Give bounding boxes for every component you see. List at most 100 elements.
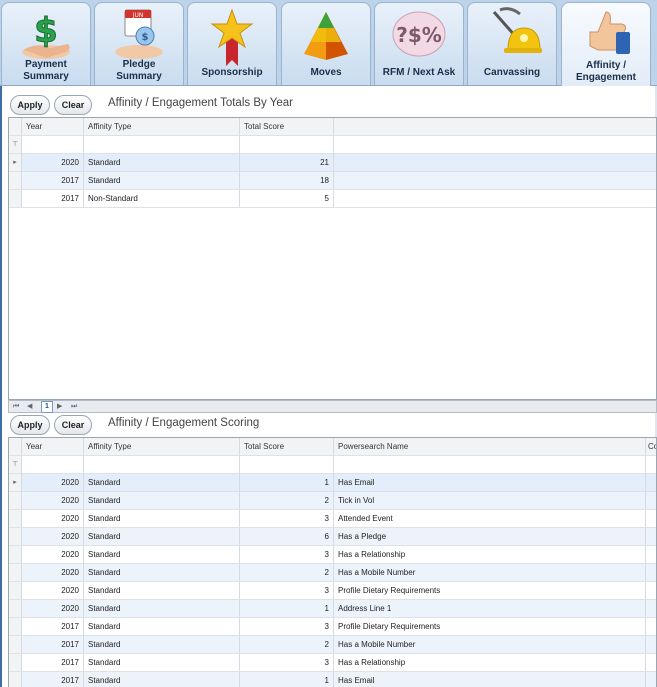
table-row[interactable]: 2017 Standard 3 Has a Relationship bbox=[9, 654, 656, 672]
table-row[interactable]: 2017 Standard 1 Has Email bbox=[9, 672, 656, 687]
cell-truncated bbox=[646, 636, 656, 654]
filter-truncated-input[interactable] bbox=[646, 456, 656, 474]
filter-year-input[interactable] bbox=[22, 456, 84, 474]
tab-label: Moves bbox=[310, 67, 342, 78]
tab-pledge-summary[interactable]: JUN $ Pledge Summary bbox=[94, 2, 184, 85]
pickaxe-helmet-icon bbox=[468, 6, 556, 62]
filter-icon[interactable]: ⊤ bbox=[9, 136, 22, 154]
scoring-apply-button[interactable]: Apply bbox=[10, 415, 50, 435]
tab-label: Pledge Summary bbox=[116, 59, 162, 82]
cell-truncated bbox=[646, 582, 656, 600]
totals-clear-button[interactable]: Clear bbox=[54, 95, 92, 115]
cell-total-score: 6 bbox=[240, 528, 334, 546]
column-header-total-score[interactable]: Total Score bbox=[240, 438, 334, 456]
table-row[interactable]: 2020 Standard 6 Has a Pledge bbox=[9, 528, 656, 546]
cell-affinity-type: Standard bbox=[84, 474, 240, 492]
filter-blank bbox=[334, 136, 656, 154]
cell-powersearch-name: Has a Pledge bbox=[334, 528, 646, 546]
totals-toolbar: Apply Clear Affinity / Engagement Totals… bbox=[8, 95, 648, 117]
cell-year: 2020 bbox=[22, 528, 84, 546]
tab-payment-summary[interactable]: $ Payment Summary bbox=[1, 2, 91, 85]
table-row[interactable]: 2020 Standard 3 Has a Relationship bbox=[9, 546, 656, 564]
table-row[interactable]: 2017 Standard 18 bbox=[9, 172, 656, 190]
filter-year-input[interactable] bbox=[22, 136, 84, 154]
first-page-icon[interactable]: ⏮ bbox=[13, 402, 19, 412]
cell-affinity-type: Non-Standard bbox=[84, 190, 240, 208]
svg-text:$: $ bbox=[142, 32, 149, 43]
row-indicator bbox=[9, 546, 22, 564]
cell-year: 2020 bbox=[22, 546, 84, 564]
prev-page-icon[interactable]: ◀ bbox=[27, 402, 32, 412]
row-indicator bbox=[9, 672, 22, 687]
cell-truncated bbox=[646, 528, 656, 546]
row-indicator bbox=[9, 564, 22, 582]
cell-affinity-type: Standard bbox=[84, 492, 240, 510]
filter-total-score-input[interactable] bbox=[240, 456, 334, 474]
cell-affinity-type: Standard bbox=[84, 582, 240, 600]
cell-year: 2020 bbox=[22, 154, 84, 172]
cell-year: 2017 bbox=[22, 618, 84, 636]
cell-truncated bbox=[646, 474, 656, 492]
table-row[interactable]: 2020 Standard 1 Address Line 1 bbox=[9, 600, 656, 618]
cell-affinity-type: Standard bbox=[84, 510, 240, 528]
filter-powersearch-name-input[interactable] bbox=[334, 456, 646, 474]
scoring-filter-row: ⊤ bbox=[9, 456, 656, 474]
filter-affinity-type-input[interactable] bbox=[84, 136, 240, 154]
table-row[interactable]: 2020 Standard 2 Tick in Vol bbox=[9, 492, 656, 510]
tab-canvassing[interactable]: Canvassing bbox=[467, 2, 557, 85]
row-indicator-header bbox=[9, 118, 22, 136]
last-page-icon[interactable]: ⏭ bbox=[71, 402, 77, 412]
svg-text:$: $ bbox=[34, 11, 58, 51]
cell-year: 2020 bbox=[22, 600, 84, 618]
column-header-affinity-type[interactable]: Affinity Type bbox=[84, 438, 240, 456]
cell-powersearch-name: Tick in Vol bbox=[334, 492, 646, 510]
row-indicator bbox=[9, 528, 22, 546]
tab-label: Payment Summary bbox=[23, 59, 69, 82]
table-row[interactable]: 2017 Standard 3 Profile Dietary Requirement… bbox=[9, 618, 656, 636]
table-row[interactable]: 2020 Standard 3 Profile Dietary Requirement… bbox=[9, 582, 656, 600]
table-row[interactable]: 2017 Non-Standard 5 bbox=[9, 190, 656, 208]
next-page-icon[interactable]: ▶ bbox=[57, 402, 62, 412]
scoring-toolbar: Apply Clear Affinity / Engagement Scorin… bbox=[8, 415, 648, 437]
column-header-affinity-type[interactable]: Affinity Type bbox=[84, 118, 240, 136]
cell-powersearch-name: Has Email bbox=[334, 474, 646, 492]
current-page-number[interactable]: 1 bbox=[41, 401, 53, 413]
scoring-clear-button[interactable]: Clear bbox=[54, 415, 92, 435]
filter-icon[interactable]: ⊤ bbox=[9, 456, 22, 474]
totals-filter-row: ⊤ bbox=[9, 136, 656, 154]
cell-total-score: 1 bbox=[240, 672, 334, 687]
column-header-year[interactable]: Year bbox=[22, 438, 84, 456]
cell-affinity-type: Standard bbox=[84, 172, 240, 190]
tab-rfm-next-ask[interactable]: ?$% RFM / Next Ask bbox=[374, 2, 464, 85]
filter-affinity-type-input[interactable] bbox=[84, 456, 240, 474]
cell-powersearch-name: Profile Dietary Requirements bbox=[334, 618, 646, 636]
scoring-section-title: Affinity / Engagement Scoring bbox=[108, 417, 260, 429]
tab-moves[interactable]: Moves bbox=[281, 2, 371, 85]
column-header-powersearch-name[interactable]: Powersearch Name bbox=[334, 438, 646, 456]
thumbs-up-icon bbox=[562, 6, 650, 62]
table-row[interactable]: ▸ 2020 Standard 21 bbox=[9, 154, 656, 172]
calendar-hand-icon: JUN $ bbox=[95, 6, 183, 62]
filter-total-score-input[interactable] bbox=[240, 136, 334, 154]
tab-label: Canvassing bbox=[483, 67, 541, 78]
column-header-truncated[interactable]: Co bbox=[646, 438, 656, 456]
rfm-bubble-icon: ?$% bbox=[375, 6, 463, 62]
row-indicator bbox=[9, 654, 22, 672]
tab-sponsorship[interactable]: Sponsorship bbox=[187, 2, 277, 85]
column-header-total-score[interactable]: Total Score bbox=[240, 118, 334, 136]
table-row[interactable]: 2020 Standard 3 Attended Event bbox=[9, 510, 656, 528]
row-indicator bbox=[9, 492, 22, 510]
table-row[interactable]: 2017 Standard 2 Has a Mobile Number bbox=[9, 636, 656, 654]
tab-affinity-engagement[interactable]: Affinity / Engagement bbox=[561, 2, 651, 86]
cell-total-score: 3 bbox=[240, 654, 334, 672]
tab-label: Sponsorship bbox=[201, 67, 263, 78]
cell-year: 2017 bbox=[22, 636, 84, 654]
column-header-year[interactable]: Year bbox=[22, 118, 84, 136]
cell-blank bbox=[334, 154, 656, 172]
cell-powersearch-name: Address Line 1 bbox=[334, 600, 646, 618]
totals-apply-button[interactable]: Apply bbox=[10, 95, 50, 115]
row-indicator bbox=[9, 582, 22, 600]
star-ribbon-icon bbox=[188, 6, 276, 66]
table-row[interactable]: 2020 Standard 2 Has a Mobile Number bbox=[9, 564, 656, 582]
table-row[interactable]: ▸ 2020 Standard 1 Has Email bbox=[9, 474, 656, 492]
